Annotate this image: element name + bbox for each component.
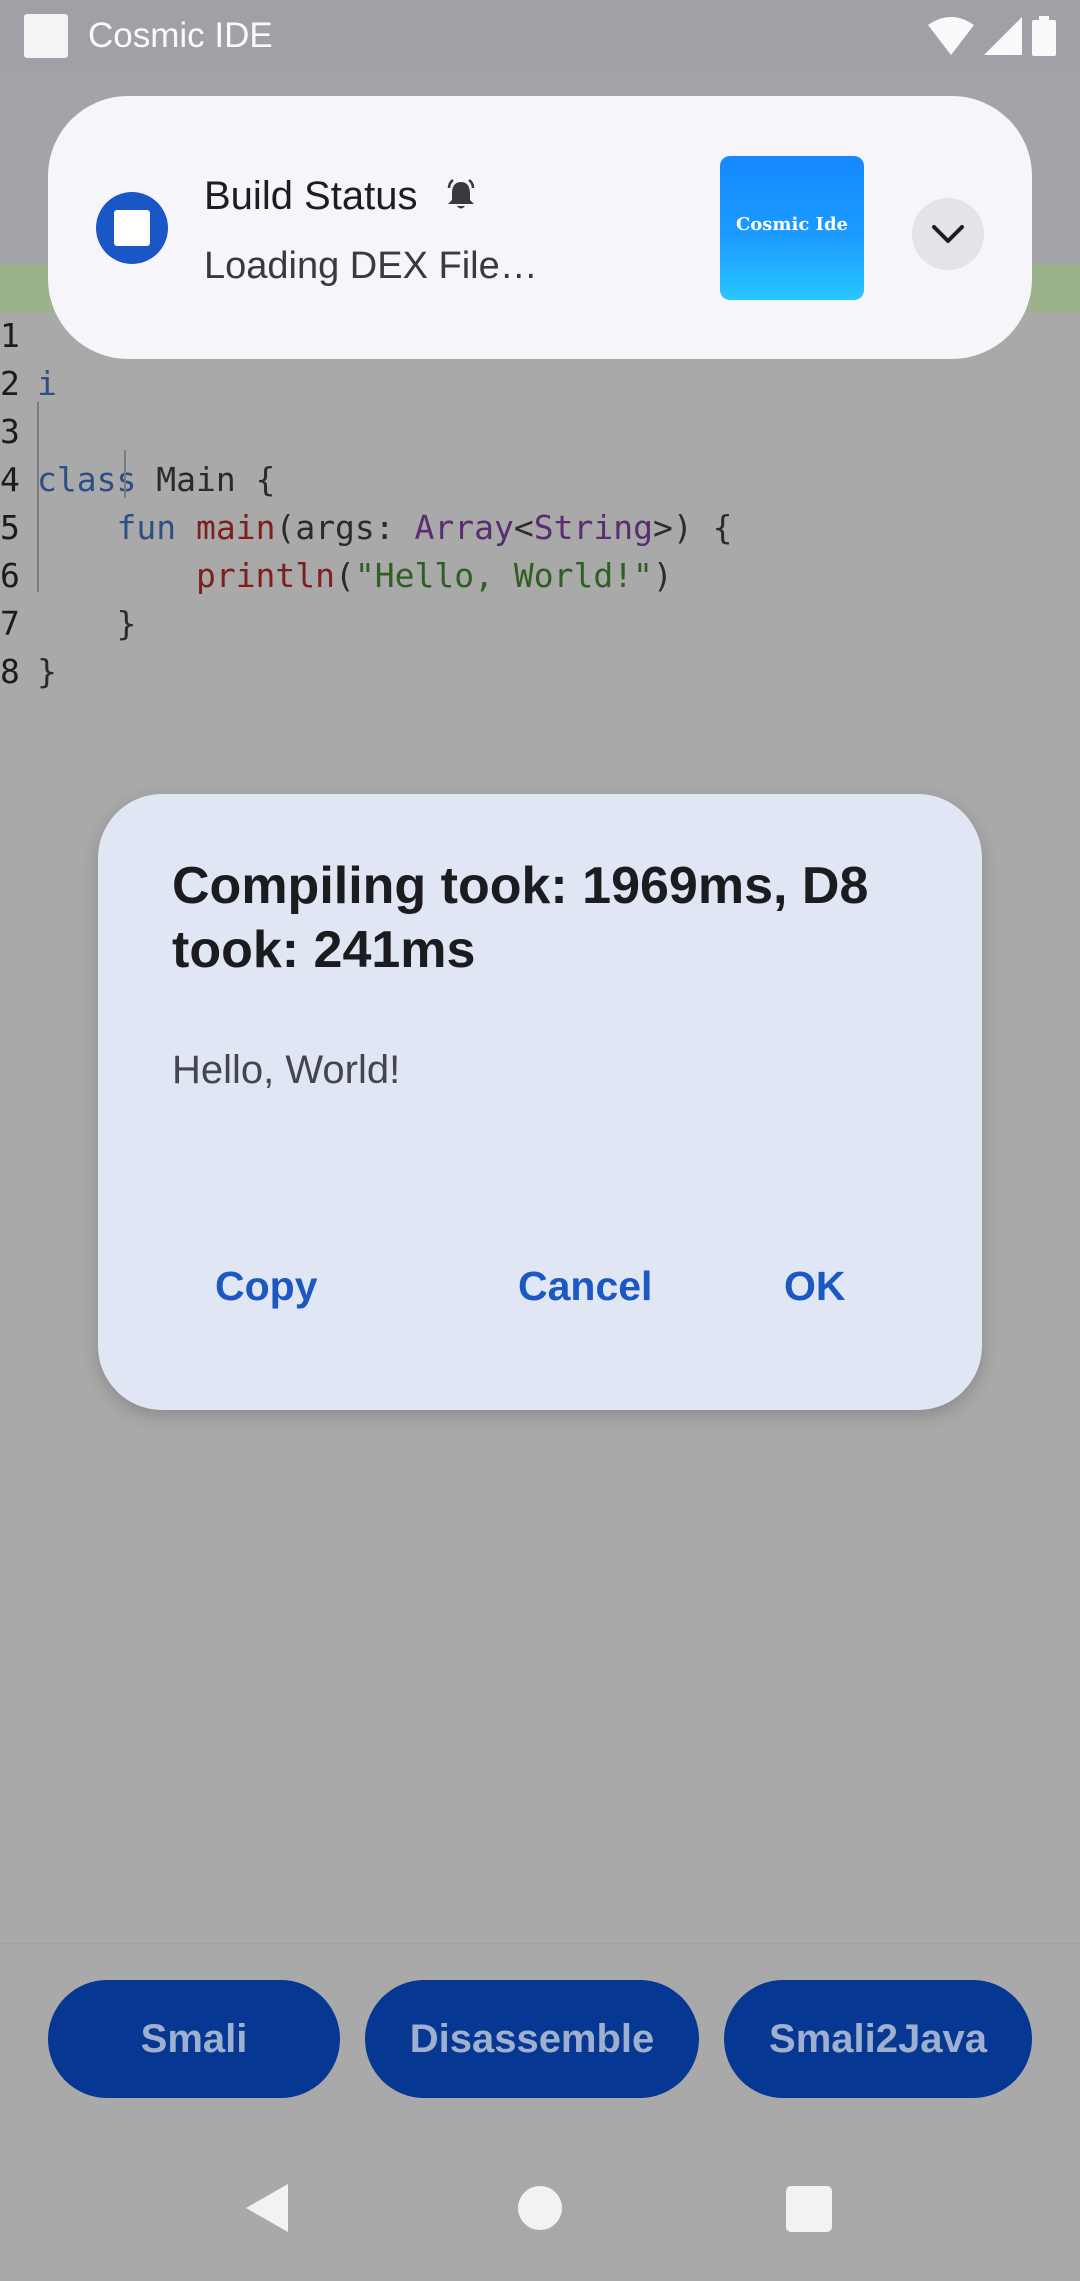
notification-title: Build Status	[204, 174, 418, 218]
app-notification-icon	[24, 14, 68, 58]
indent-guide	[37, 402, 39, 592]
build-status-notification[interactable]: Build Status Loading DEX File… Cosmic Id…	[48, 96, 1032, 359]
code-line-4: 4 fun main(args: Array<String>) {	[0, 408, 1080, 547]
notification-text: Loading DEX File…	[204, 245, 538, 287]
back-icon[interactable]	[246, 2184, 288, 2232]
disassemble-button[interactable]: Disassemble	[365, 1980, 699, 2098]
code-line-7: 7 }	[0, 552, 1080, 691]
indent-guide	[124, 450, 126, 498]
smali-button[interactable]: Smali	[48, 1980, 340, 2098]
recents-icon[interactable]	[786, 2186, 832, 2232]
dialog-title: Compiling took: 1969ms, D8 took: 241ms	[172, 857, 869, 979]
battery-icon	[1032, 16, 1056, 56]
status-bar: Cosmic IDE	[0, 0, 1080, 72]
status-icons	[928, 14, 1056, 58]
compile-result-dialog: Compiling took: 1969ms, D8 took: 241ms H…	[98, 794, 982, 1410]
copy-button[interactable]: Copy	[215, 1258, 318, 1314]
code-line-5: 5 println("Hello, World!")	[0, 456, 1080, 595]
status-app-title: Cosmic IDE	[88, 16, 273, 55]
chevron-down-icon	[932, 225, 964, 243]
wifi-icon	[928, 17, 974, 55]
expand-notification-button[interactable]	[912, 198, 984, 270]
line-number: 8	[0, 652, 20, 691]
code-line-8: 8	[0, 600, 1080, 691]
cancel-button[interactable]: Cancel	[518, 1258, 652, 1314]
bell-icon	[447, 179, 475, 209]
smali2java-button[interactable]: Smali2Java	[724, 1980, 1032, 2098]
notification-large-icon: Cosmic Ide	[720, 156, 864, 300]
home-icon[interactable]	[518, 2186, 562, 2230]
dialog-message: Hello, World!	[172, 1048, 401, 1092]
cell-signal-icon	[984, 17, 1022, 55]
code-line-6: 6 }	[0, 504, 1080, 643]
stop-icon	[96, 192, 168, 264]
ok-button[interactable]: OK	[784, 1258, 846, 1314]
code-line-3: 3 class Main {	[0, 360, 1080, 499]
